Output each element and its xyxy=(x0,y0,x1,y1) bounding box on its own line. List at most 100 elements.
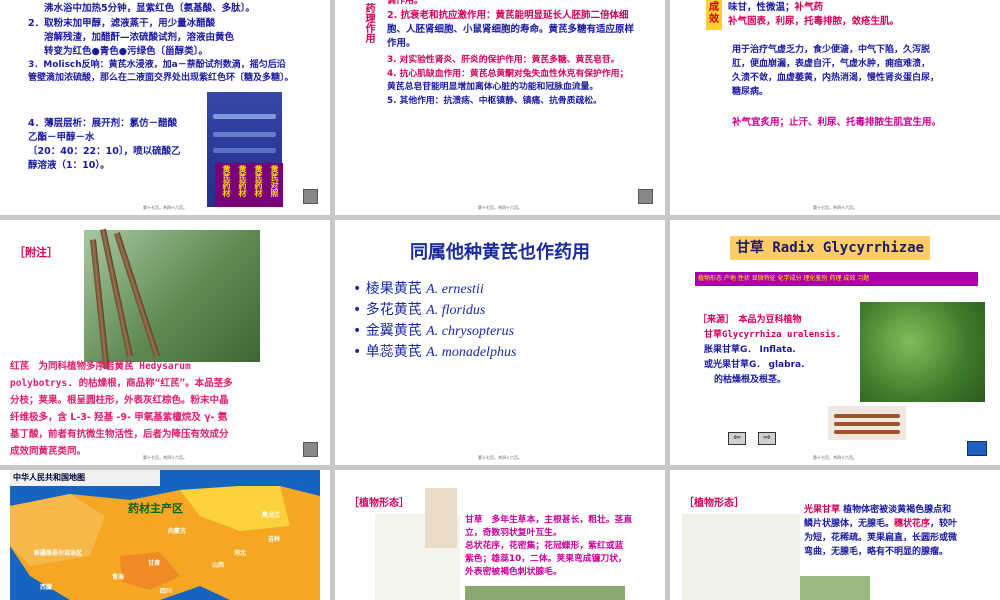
province-label: 西藏 xyxy=(40,584,53,591)
slide-thumbnail-pharmacology[interactable]: 药理作用 调作用。 2. 抗衰老和抗应激作用：黄芪能明显延长人胚肺二倍体细 胞、… xyxy=(335,0,665,215)
slide-thumbnail-identification[interactable]: 沸水浴中加热5分钟，显紫红色〔氨基酸、多肽〕。 2．取粉末加甲醇，滤液蒸干，用少… xyxy=(0,0,330,215)
text-span: 光果甘草 xyxy=(804,505,841,515)
text-line: 纤维极多，含 L-3- 羟基 -9- 甲氧基紫檀烷及 γ- 氨 xyxy=(10,412,228,423)
slide-thumbnail-morphology-2[interactable]: ［植物形态］ 光果甘草 植物体密被淡黄褐色腺点和 鳞片状腺体，无腺毛。穗状花序，… xyxy=(670,470,1000,600)
nav-button[interactable] xyxy=(303,189,318,204)
text-line: 醇溶液（1：10）。 xyxy=(28,160,110,171)
slide-footer: 第十七页，共四十六页。 xyxy=(143,205,187,210)
text-line: 基丁酸，前者有抗微生物活性，后者为降压有效成分 xyxy=(10,429,229,440)
section-tag: ［植物形态］ xyxy=(684,498,744,509)
text-line: 的枯燥根及根茎。 xyxy=(714,375,787,385)
list-item: • 单蕊黄芪 A. monadelphus xyxy=(353,344,517,360)
text-span: 味甘，性微温； xyxy=(728,2,795,13)
slide-footer: 第十七页，共四十六页。 xyxy=(813,205,857,210)
slide-thumbnail-note[interactable]: ［附注］ 红芪 为同科植物多序岩黄芪 Hedysarum polybotrys.… xyxy=(0,220,330,465)
text-line: 3. 对实验性肾炎、肝炎的保护作用：黄芪多糖、黄芪皂苷。 xyxy=(387,55,620,65)
text-line: 糖尿病。 xyxy=(732,87,769,97)
province-label: 内蒙古 xyxy=(168,528,187,535)
root-photo xyxy=(828,406,906,440)
text-line: 弯曲，无腺毛，略有不明显的腺瘤。 xyxy=(804,547,949,557)
slide-thumbnail-related-species[interactable]: 同属他种黄芪也作药用 • 棱果黄芪 A. ernestii • 多花黄芪 A. … xyxy=(335,220,665,465)
province-label: 河北 xyxy=(234,550,247,557)
section-tag: ［植物形态］ xyxy=(349,498,409,509)
slide-title: 甘草 Radix Glycyrrhizae xyxy=(730,236,930,260)
slide-footer: 第十七页，共四十六页。 xyxy=(813,455,857,460)
lane-label: 黄芪对照 xyxy=(270,165,279,197)
text-line: 〔20：40：22：10〕，喷以硫酸乙 xyxy=(28,146,181,157)
text-line: 分枝；荚果。根呈圆柱形，外表灰红棕色。粉末中晶 xyxy=(10,395,229,406)
slide-thumbnail-licorice[interactable]: 甘草 Radix Glycyrrhizae 植物形态 产地 性状 显微特征 化学… xyxy=(670,220,1000,465)
section-side-label: 药理作用 xyxy=(353,0,375,45)
section-nav-bar[interactable]: 植物形态 产地 性状 显微特征 化学成分 理化鉴别 药理 成效 习题 xyxy=(695,272,978,286)
folder-icon[interactable] xyxy=(967,441,987,456)
plant-photo xyxy=(800,576,870,600)
list-item: • 金翼黄芪 A. chrysopterus xyxy=(353,323,515,339)
text-line: 补气固表，利尿，托毒排脓，敛疮生肌。 xyxy=(728,16,900,27)
text-span: 植物体密被淡黄褐色腺点和 xyxy=(840,505,952,515)
province-label: 吉林 xyxy=(268,536,281,543)
text-line: 2. 抗衰老和抗应激作用：黄芪能明显延长人胚肺二倍体细 xyxy=(387,10,629,21)
note-tag: ［附注］ xyxy=(14,246,58,259)
province-label: 四川 xyxy=(160,588,173,595)
text-line: 补气宜炙用；止汗、利尿、托毒排脓生肌宜生用。 xyxy=(732,117,942,128)
text-span: 穗状花序 xyxy=(894,519,931,529)
plant-illustration xyxy=(682,514,800,600)
text-line: 肛，便血崩漏，表虚自汗，气虚水肿，痈疽难溃， xyxy=(732,59,931,69)
text-line: 2．取粉末加甲醇，滤液蒸干，用少量冰醋酸 xyxy=(28,18,216,29)
text-line: 甘草 多年生草本，主根甚长，粗壮。茎直 xyxy=(465,515,633,525)
text-span: 鳞片状腺体，无腺毛。 xyxy=(804,519,895,529)
slide-thumbnail-efficacy[interactable]: 成效 味甘，性微温；补气药 补气固表，利尿，托毒排脓，敛疮生肌。 用于治疗气虚乏… xyxy=(670,0,1000,215)
text-line: 立，奇数羽状复叶互生。 xyxy=(465,528,562,538)
text-line: polybotrys. 的枯燥根，商品称“红芪”。本品茎多 xyxy=(10,378,233,389)
text-line: 4. 抗心肌缺血作用：黄芪总黄酮对兔失血性休克有保护作用； xyxy=(387,69,629,79)
text-line: 转变为红色●青色●污绿色〔甾醇类〕。 xyxy=(44,46,208,57)
map-banner: 中华人民共和国地图 xyxy=(10,470,160,486)
province-label: 新疆维吾尔自治区 xyxy=(34,550,83,557)
text-line: 紫色；雄蕊10，二体。荚果弯成镰刀状， xyxy=(465,554,627,564)
list-item: • 棱果黄芪 A. ernestii xyxy=(353,281,484,297)
text-line: 沸水浴中加热5分钟，显紫红色〔氨基酸、多肽〕。 xyxy=(44,3,255,14)
text-line: 甘草Glycyrrhiza uralensis. xyxy=(704,330,842,340)
text-line: 5. 其他作用：抗溃疡、中枢镇静、镇痛、抗骨质疏松。 xyxy=(387,96,602,106)
plant-photo xyxy=(84,228,260,370)
list-item: • 多花黄芪 A. floridus xyxy=(353,302,486,318)
tlc-lane-labels: 黄芪药材 黄芪药材 黄芪药材 黄芪对照 xyxy=(215,163,283,207)
text-line: 乙酯－甲醇－水 xyxy=(28,132,95,143)
text-line: 胀果甘草G． Inflata. xyxy=(704,345,796,355)
text-line: 4．薄层层析：展开剂：氯仿－醋酸 xyxy=(28,118,178,129)
province-label: 甘肃 xyxy=(148,560,161,567)
text-span: 补气药 xyxy=(794,2,824,13)
text-line: 黄芪总皂苷能明显增加离体心脏的功能和冠脉血流量。 xyxy=(387,82,599,92)
section-tag: 成效 xyxy=(706,0,722,30)
lane-label: 黄芪药材 xyxy=(238,165,247,197)
lane-label: 黄芪药材 xyxy=(254,165,263,197)
text-line: 管壁滴加浓硫酸，那么在二液面交界处出现紫红色环〔糖及多糖〕。 xyxy=(28,73,294,83)
text-line: 调作用。 xyxy=(387,0,424,6)
text-line: 或光果甘草G． glabra. xyxy=(704,360,805,370)
province-label: 黑龙江 xyxy=(262,512,281,519)
text-line: 3．Molisch反响：黄芪水浸液，加a－萘酚试剂数滴，摇匀后沿 xyxy=(28,60,286,70)
slide-footer: 第十七页，共四十六页。 xyxy=(478,205,522,210)
text-line: 总状花序，花密集；花冠蝶形，紫红或蓝 xyxy=(465,541,624,551)
next-arrow-icon[interactable]: ⇨ xyxy=(758,432,776,445)
pod-illustration xyxy=(425,488,457,548)
plant-photo xyxy=(465,586,625,600)
text-line: 红芪 为同科植物多序岩黄芪 Hedysarum xyxy=(10,361,191,372)
prev-arrow-icon[interactable]: ⇦ xyxy=(728,432,746,445)
text-line: 胞、人胚肾细胞、小鼠肾细胞的寿命。黄芪多糖有适应原样 xyxy=(387,24,635,35)
province-label: 青海 xyxy=(112,574,125,581)
text-line: 用于治疗气虚乏力，食少便溏，中气下陷，久泻脱 xyxy=(732,45,931,55)
slide-thumbnail-morphology-1[interactable]: ［植物形态］ 甘草 多年生草本，主根甚长，粗壮。茎直 立，奇数羽状复叶互生。 总… xyxy=(335,470,665,600)
text-line: 外表密被褐色刺状腺毛。 xyxy=(465,567,562,577)
slide-title: 同属他种黄芪也作药用 xyxy=(410,242,590,263)
slide-footer: 第十七页，共四十六页。 xyxy=(478,455,522,460)
text-line: 久溃不敛，血虚萎黄，内热消渴，慢性肾炎蛋白尿， xyxy=(732,73,940,83)
plant-photo xyxy=(860,302,985,402)
lane-label: 黄芪药材 xyxy=(222,165,231,197)
slide-thumbnail-map[interactable]: 中华人民共和国地图 药材主产区 新疆维吾尔自治区 西藏 青海 甘肃 内蒙古 黑龙… xyxy=(0,470,330,600)
text-span: ，较叶 xyxy=(930,519,958,529)
text-line: 鳞片状腺体，无腺毛。穗状花序，较叶 xyxy=(804,518,957,531)
text-line: 光果甘草 植物体密被淡黄褐色腺点和 xyxy=(804,504,951,517)
text-line: 溶解残渣，加醋酐—浓硫酸试剂，溶液由黄色 xyxy=(44,32,235,43)
nav-button[interactable] xyxy=(638,189,653,204)
